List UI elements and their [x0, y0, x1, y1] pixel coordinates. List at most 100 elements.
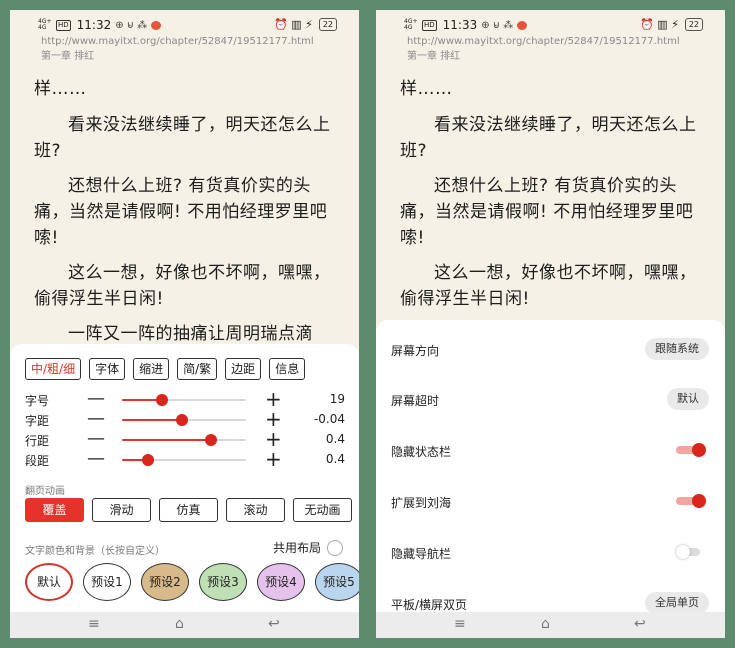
slider-value: 0.4	[325, 432, 345, 446]
extend-to-notch-row: 扩展到刘海	[391, 490, 709, 514]
indent-button[interactable]: 缩进	[133, 358, 170, 380]
decrease-button[interactable]: —	[87, 428, 105, 449]
page-url: http://www.mayitxt.org/chapter/52847/195…	[41, 36, 314, 47]
signal-icon: 4G+ 4G	[38, 18, 52, 31]
slider-label: 字号	[25, 394, 50, 408]
paragraph: 还想什么上班? 有货真价实的头痛，当然是请假啊! 不用怕经理罗里吧嗦!	[400, 176, 694, 248]
setting-label: 隐藏导航栏	[391, 547, 452, 561]
screen-timeout-button[interactable]: 默认	[667, 388, 709, 410]
slider-label: 段距	[25, 454, 50, 468]
animation-none-button[interactable]: 无动画	[293, 498, 352, 522]
hide-status-bar-toggle[interactable]	[676, 443, 706, 457]
color-background-title: 文字颜色和背景（长按自定义）	[25, 546, 165, 557]
home-icon[interactable]: ⌂	[175, 616, 184, 632]
line-spacing-slider-row: 行距 — + 0.4	[25, 427, 345, 451]
slider-thumb[interactable]	[175, 414, 188, 426]
notification-icons: ⊕ ⊌ ⁂	[481, 19, 514, 31]
chapter-title: 第一章 排红	[407, 51, 461, 62]
theme-default[interactable]: 默认	[25, 563, 73, 601]
decrease-button[interactable]: —	[87, 388, 105, 409]
animation-slide-button[interactable]: 滑动	[92, 498, 151, 522]
setting-label: 屏幕超时	[391, 394, 440, 408]
extend-to-notch-toggle[interactable]	[676, 494, 706, 508]
animation-cover-button[interactable]: 覆盖	[25, 498, 84, 522]
paragraph-spacing-slider[interactable]	[122, 454, 246, 466]
page-animation-title: 翻页动画	[25, 486, 65, 497]
theme-preset-2[interactable]: 预设2	[141, 563, 189, 601]
phone-screen-reading-settings: 4G+ 4G HD 11:32 ⊕ ⊌ ⁂ ⏰ ▥ ⚡ 22 http://ww…	[10, 10, 359, 638]
system-navigation-bar: ≡ ⌂ ↩	[376, 612, 725, 638]
slider-label: 字距	[25, 414, 50, 428]
setting-label: 屏幕方向	[391, 344, 440, 358]
animation-simulation-button[interactable]: 仿真	[159, 498, 218, 522]
letter-spacing-slider[interactable]	[122, 414, 246, 426]
paragraph: 样……	[34, 79, 87, 99]
app-notification-icon	[151, 20, 162, 30]
hide-navigation-bar-row: 隐藏导航栏	[391, 541, 709, 565]
slider-value: 0.4	[325, 452, 345, 466]
paragraph: 还想什么上班? 有货真价实的头痛，当然是请假啊! 不用怕经理罗里吧嗦!	[34, 176, 328, 248]
system-settings-panel: 屏幕方向 跟随系统 屏幕超时 默认 隐藏状态栏 扩展到刘海 隐藏导航栏 平板/横…	[376, 320, 725, 618]
screen-orientation-row: 屏幕方向 跟随系统	[391, 338, 709, 362]
slider-label: 行距	[25, 434, 50, 448]
menu-icon[interactable]: ≡	[454, 616, 466, 632]
font-size-slider-row: 字号 — + 19	[25, 387, 345, 411]
paragraph: 这么一想，好像也不坏啊，嘿嘿，偷得浮生半日闲!	[400, 263, 697, 309]
paragraph: 样……	[400, 79, 453, 99]
slider-thumb[interactable]	[155, 394, 168, 406]
slider-value: 19	[329, 392, 345, 406]
simplified-traditional-button[interactable]: 简/繁	[177, 358, 218, 380]
hide-navigation-bar-toggle[interactable]	[676, 545, 706, 559]
paragraph: 看来没法继续睡了，明天还怎么上班?	[400, 115, 697, 161]
font-weight-button[interactable]: 中/粗/细	[25, 358, 82, 380]
app-notification-icon	[517, 20, 528, 30]
status-bar: 4G+ 4G HD 11:33 ⊕ ⊌ ⁂ ⏰ ▥ ⚡ 22	[376, 16, 725, 34]
hd-icon: HD	[422, 19, 437, 31]
paragraph: 看来没法继续睡了，明天还怎么上班?	[34, 115, 331, 161]
screen-orientation-button[interactable]: 跟随系统	[645, 338, 709, 360]
decrease-button[interactable]: —	[87, 408, 105, 429]
setting-label: 平板/横屏双页	[391, 598, 468, 612]
home-icon[interactable]: ⌂	[541, 616, 550, 632]
theme-presets: 默认 预设1 预设2 预设3 预设4 预设5	[25, 563, 359, 601]
signal-icon: 4G+ 4G	[404, 18, 418, 31]
dual-page-button[interactable]: 全局单页	[645, 592, 709, 614]
page-animation-options: 覆盖 滑动 仿真 滚动 无动画	[25, 498, 352, 522]
theme-preset-3[interactable]: 预设3	[199, 563, 247, 601]
info-button[interactable]: 信息	[269, 358, 306, 380]
back-icon[interactable]: ↩	[268, 616, 280, 632]
font-size-slider[interactable]	[122, 394, 246, 406]
margin-button[interactable]: 边距	[225, 358, 262, 380]
screen-timeout-row: 屏幕超时 默认	[391, 388, 709, 412]
alarm-vibrate-charging-icons: ⏰ ▥ ⚡	[640, 18, 679, 31]
increase-button[interactable]: +	[265, 447, 282, 471]
menu-icon[interactable]: ≡	[88, 616, 100, 632]
battery-icon: 22	[684, 18, 703, 31]
setting-label: 扩展到刘海	[391, 496, 452, 510]
font-options-row: 中/粗/细 字体 缩进 简/繁 边距 信息	[25, 358, 306, 380]
shared-layout-option[interactable]: 共用布局	[273, 539, 343, 556]
slider-thumb[interactable]	[205, 434, 218, 446]
shared-layout-label: 共用布局	[272, 541, 321, 555]
page-url: http://www.mayitxt.org/chapter/52847/195…	[407, 36, 680, 47]
alarm-vibrate-charging-icons: ⏰ ▥ ⚡	[274, 18, 313, 31]
theme-preset-4[interactable]: 预设4	[257, 563, 305, 601]
theme-preset-1[interactable]: 预设1	[83, 563, 131, 601]
slider-thumb[interactable]	[142, 454, 155, 466]
decrease-button[interactable]: —	[87, 448, 105, 469]
theme-preset-5[interactable]: 预设5	[315, 563, 359, 601]
chapter-title: 第一章 排红	[41, 51, 95, 62]
paragraph: 这么一想，好像也不坏啊，嘿嘿，偷得浮生半日闲!	[34, 263, 331, 309]
animation-scroll-button[interactable]: 滚动	[226, 498, 285, 522]
line-spacing-slider[interactable]	[122, 434, 246, 446]
hd-icon: HD	[56, 19, 71, 31]
hide-status-bar-row: 隐藏状态栏	[391, 439, 709, 463]
shared-layout-checkbox[interactable]	[327, 539, 343, 556]
notification-icons: ⊕ ⊌ ⁂	[115, 19, 148, 31]
slider-value: -0.04	[313, 412, 345, 426]
status-time: 11:33	[442, 18, 478, 32]
paragraph-spacing-slider-row: 段距 — + 0.4	[25, 447, 345, 471]
status-time: 11:32	[76, 18, 112, 32]
font-button[interactable]: 字体	[89, 358, 126, 380]
back-icon[interactable]: ↩	[634, 616, 646, 632]
